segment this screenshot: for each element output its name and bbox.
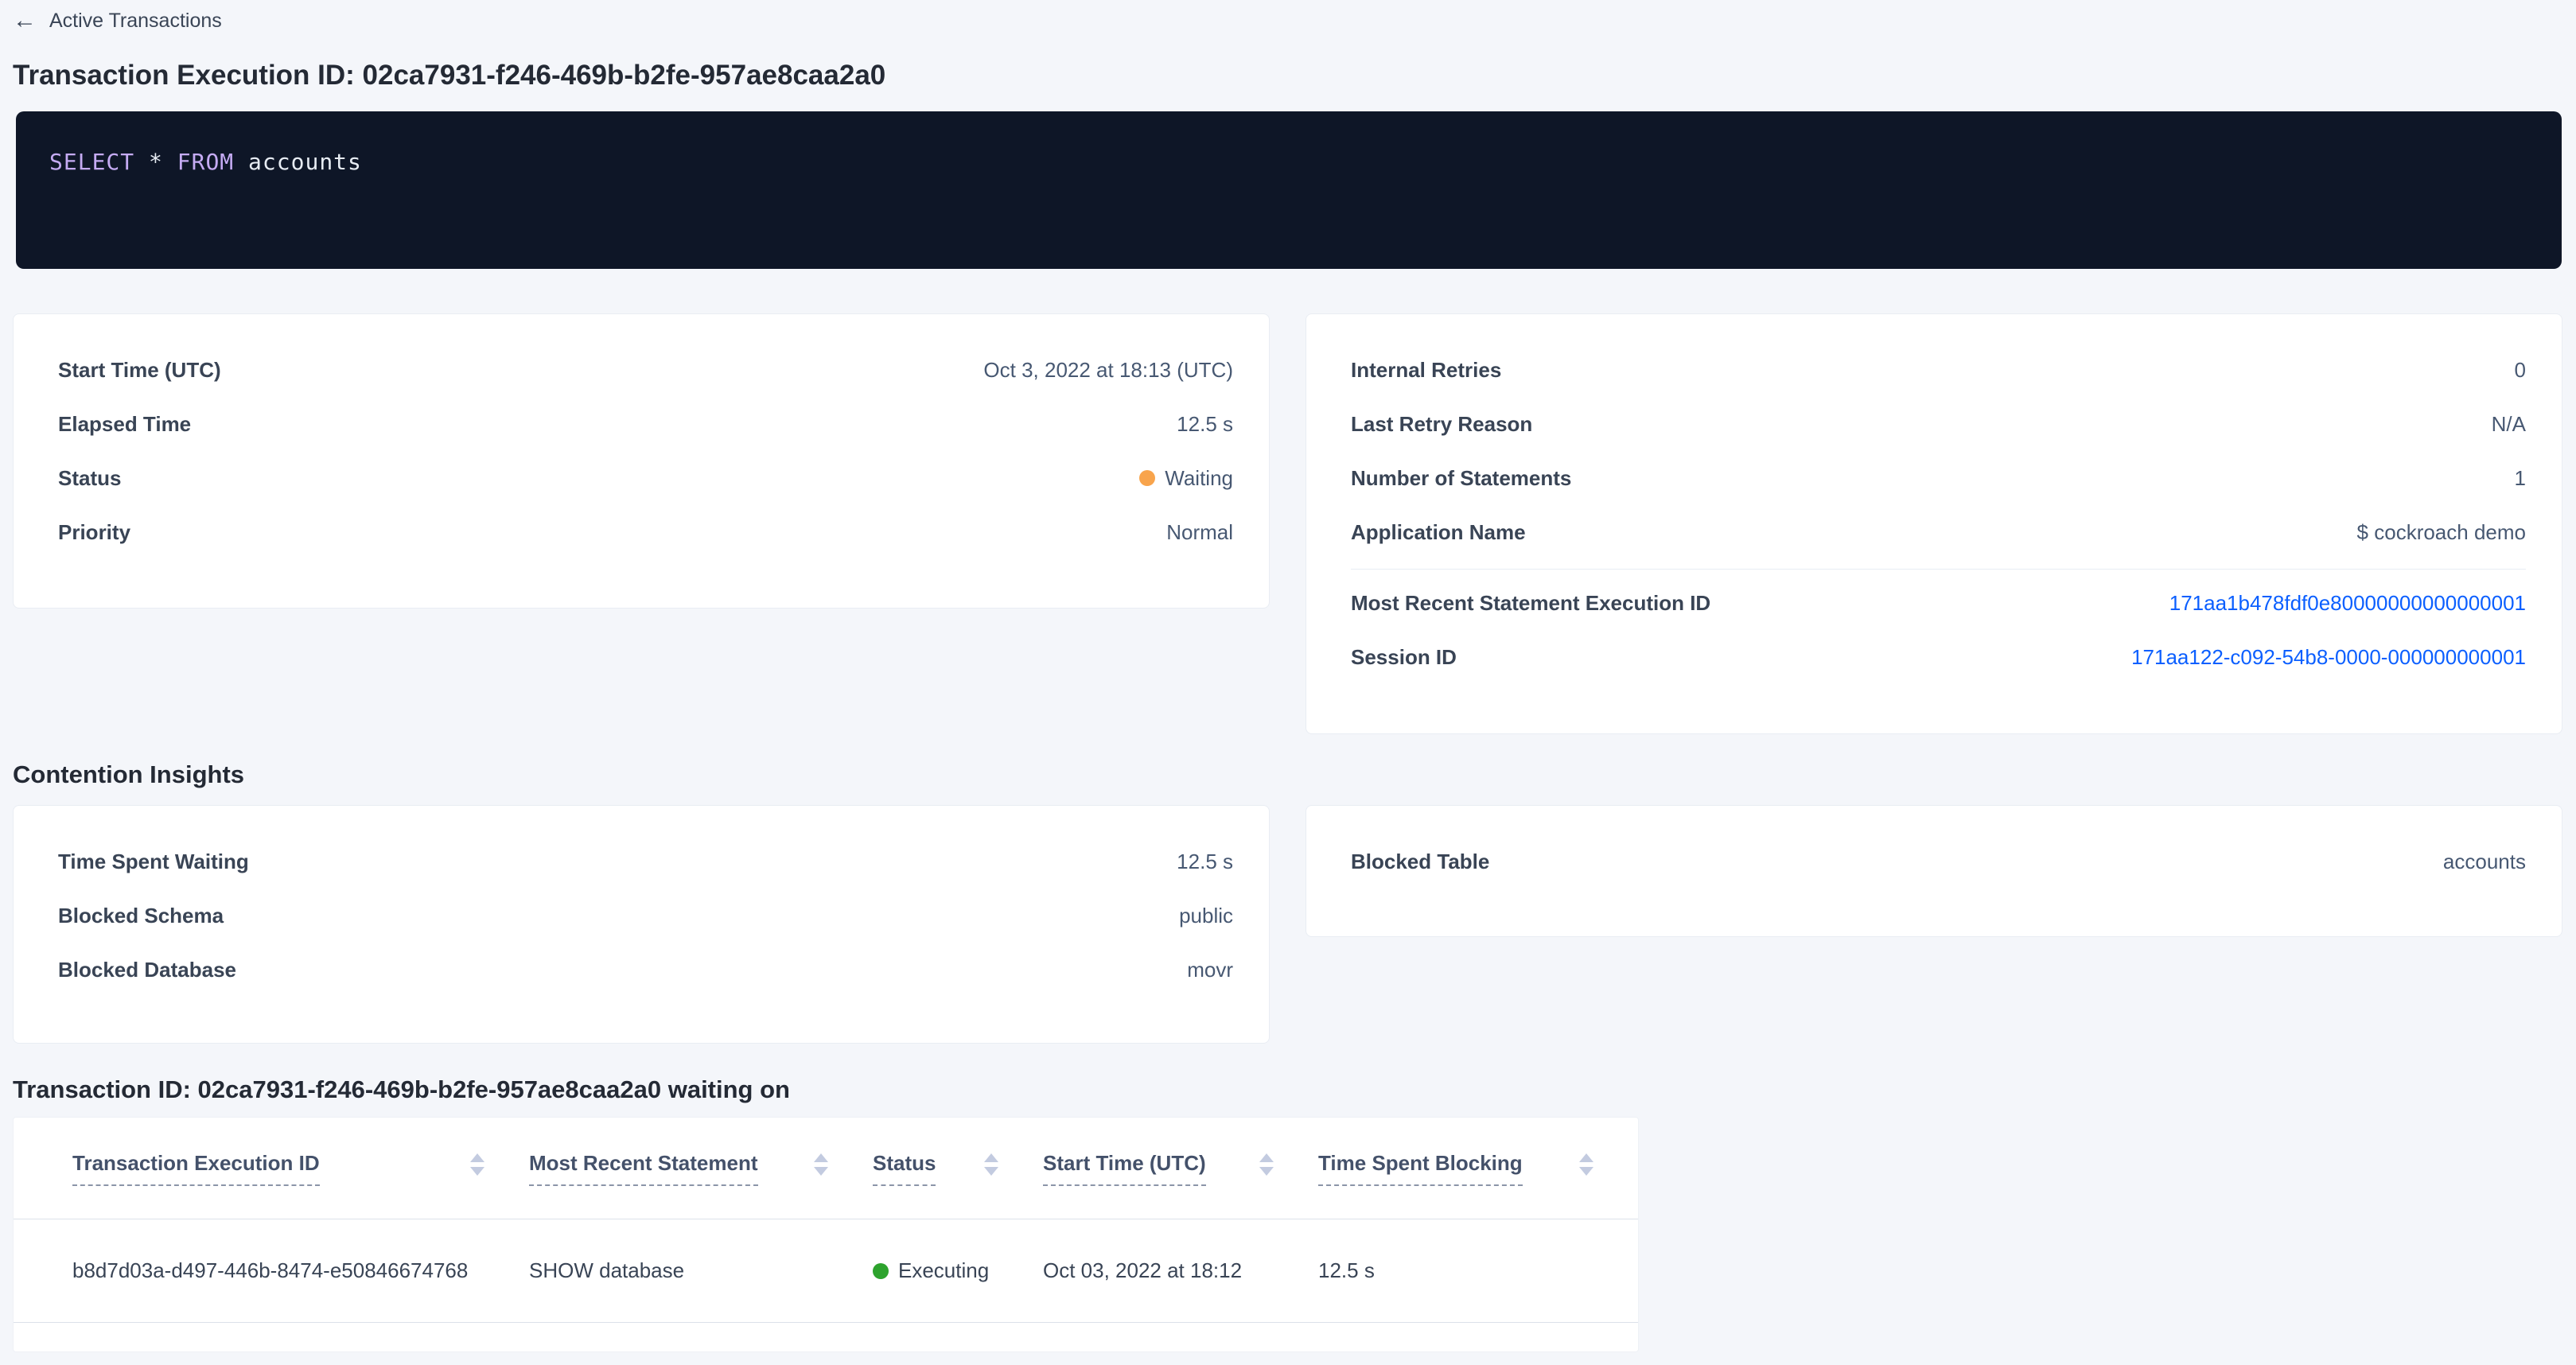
row-value: 12.5 s (1177, 850, 1233, 874)
row-label: Most Recent Statement Execution ID (1351, 591, 1710, 616)
row-value: movr (1187, 958, 1233, 982)
row-status: Status Waiting (58, 451, 1233, 505)
back-to-active-transactions-link[interactable]: ← Active Transactions (13, 6, 222, 35)
row-label: Time Spent Waiting (58, 850, 249, 874)
execution-details-card: Internal Retries 0 Last Retry Reason N/A… (1306, 313, 2562, 734)
waiting-transactions-table: Transaction Execution ID Most Recent Sta… (13, 1117, 1639, 1352)
page: ← Active Transactions Transaction Execut… (0, 0, 2576, 1352)
row-label: Session ID (1351, 645, 1457, 670)
row-label: Number of Statements (1351, 466, 1571, 491)
column-header-transaction-execution-id[interactable]: Transaction Execution ID (14, 1151, 529, 1186)
row-label: Last Retry Reason (1351, 412, 1532, 437)
contention-details-card: Time Spent Waiting 12.5 s Blocked Schema… (13, 805, 1270, 1044)
row-value: Normal (1166, 520, 1233, 545)
contention-section: Time Spent Waiting 12.5 s Blocked Schema… (13, 805, 2563, 1044)
row-value: N/A (2492, 412, 2526, 437)
row-value: Oct 3, 2022 at 18:13 (UTC) (983, 358, 1233, 383)
sql-keyword-from: FROM (177, 149, 234, 175)
sort-icon[interactable] (814, 1153, 828, 1176)
table-header-row: Transaction Execution ID Most Recent Sta… (14, 1118, 1638, 1219)
column-header-label: Transaction Execution ID (72, 1151, 320, 1186)
row-label: Application Name (1351, 520, 1526, 545)
card-divider (1351, 569, 2526, 570)
cell-transaction-execution-id: b8d7d03a-d497-446b-8474-e50846674768 (14, 1258, 529, 1283)
contention-insights-heading: Contention Insights (13, 759, 2563, 791)
waiting-on-heading: Transaction ID: 02ca7931-f246-469b-b2fe-… (13, 1074, 2563, 1106)
table-row: b8d7d03a-d497-446b-8474-e50846674768 SHO… (14, 1219, 1638, 1323)
status-badge: Waiting (1139, 466, 1233, 491)
session-id-link[interactable]: 171aa122-c092-54b8-0000-000000000001 (2131, 645, 2526, 670)
sort-icon[interactable] (1579, 1153, 1593, 1176)
row-value: 0 (2515, 358, 2526, 383)
column-header-most-recent-statement[interactable]: Most Recent Statement (529, 1151, 873, 1186)
row-label: Blocked Database (58, 958, 236, 982)
summary-section: Start Time (UTC) Oct 3, 2022 at 18:13 (U… (13, 313, 2563, 734)
row-value: accounts (2443, 850, 2526, 874)
row-session-id: Session ID 171aa122-c092-54b8-0000-00000… (1351, 630, 2526, 684)
row-number-of-statements: Number of Statements 1 (1351, 451, 2526, 505)
row-label: Blocked Table (1351, 850, 1489, 874)
column-header-label: Start Time (UTC) (1043, 1151, 1206, 1186)
column-header-label: Status (873, 1151, 936, 1186)
left-arrow-icon: ← (13, 9, 37, 33)
page-title: Transaction Execution ID: 02ca7931-f246-… (13, 59, 2563, 92)
status-text: Waiting (1165, 466, 1233, 491)
transaction-summary-card: Start Time (UTC) Oct 3, 2022 at 18:13 (U… (13, 313, 1270, 609)
row-internal-retries: Internal Retries 0 (1351, 343, 2526, 397)
row-label: Internal Retries (1351, 358, 1501, 383)
cell-most-recent-statement: SHOW database (529, 1258, 873, 1283)
row-label: Start Time (UTC) (58, 358, 221, 383)
cell-status: Executing (873, 1258, 1043, 1283)
column-header-label: Time Spent Blocking (1318, 1151, 1523, 1186)
row-last-retry-reason: Last Retry Reason N/A (1351, 397, 2526, 451)
sort-icon[interactable] (470, 1153, 484, 1176)
sort-icon[interactable] (1259, 1153, 1274, 1176)
row-most-recent-statement-execution-id: Most Recent Statement Execution ID 171aa… (1351, 576, 2526, 630)
row-blocked-schema: Blocked Schema public (58, 889, 1233, 943)
sql-keyword-select: SELECT (49, 149, 134, 175)
column-header-start-time[interactable]: Start Time (UTC) (1043, 1151, 1318, 1186)
row-label: Blocked Schema (58, 904, 224, 928)
row-value: public (1179, 904, 1233, 928)
statement-execution-id-link[interactable]: 171aa1b478fdf0e80000000000000001 (2169, 591, 2526, 616)
row-label: Elapsed Time (58, 412, 191, 437)
column-header-status[interactable]: Status (873, 1151, 1043, 1186)
waiting-status-dot-icon (1139, 470, 1155, 486)
row-value: $ cockroach demo (2357, 520, 2526, 545)
status-text: Executing (898, 1258, 989, 1283)
cell-start-time: Oct 03, 2022 at 18:12 (1043, 1258, 1318, 1283)
sql-asterisk: * (149, 149, 163, 175)
row-priority: Priority Normal (58, 505, 1233, 559)
row-label: Priority (58, 520, 130, 545)
row-elapsed-time: Elapsed Time 12.5 s (58, 397, 1233, 451)
column-header-label: Most Recent Statement (529, 1151, 758, 1186)
row-start-time: Start Time (UTC) Oct 3, 2022 at 18:13 (U… (58, 343, 1233, 397)
column-header-time-spent-blocking[interactable]: Time Spent Blocking (1318, 1151, 1638, 1186)
sql-statement-box: SELECT * FROM accounts (16, 111, 2562, 269)
row-blocked-table: Blocked Table accounts (1351, 834, 2526, 889)
back-link-label: Active Transactions (49, 10, 222, 33)
blocked-table-card: Blocked Table accounts (1306, 805, 2562, 937)
row-application-name: Application Name $ cockroach demo (1351, 505, 2526, 559)
row-value: 1 (2515, 466, 2526, 491)
row-value: 12.5 s (1177, 412, 1233, 437)
sort-icon[interactable] (984, 1153, 998, 1176)
cell-time-spent-blocking: 12.5 s (1318, 1258, 1638, 1283)
executing-status-dot-icon (873, 1263, 889, 1279)
row-time-spent-waiting: Time Spent Waiting 12.5 s (58, 834, 1233, 889)
sql-table-name: accounts (248, 149, 362, 175)
row-blocked-database: Blocked Database movr (58, 943, 1233, 997)
row-label: Status (58, 466, 121, 491)
